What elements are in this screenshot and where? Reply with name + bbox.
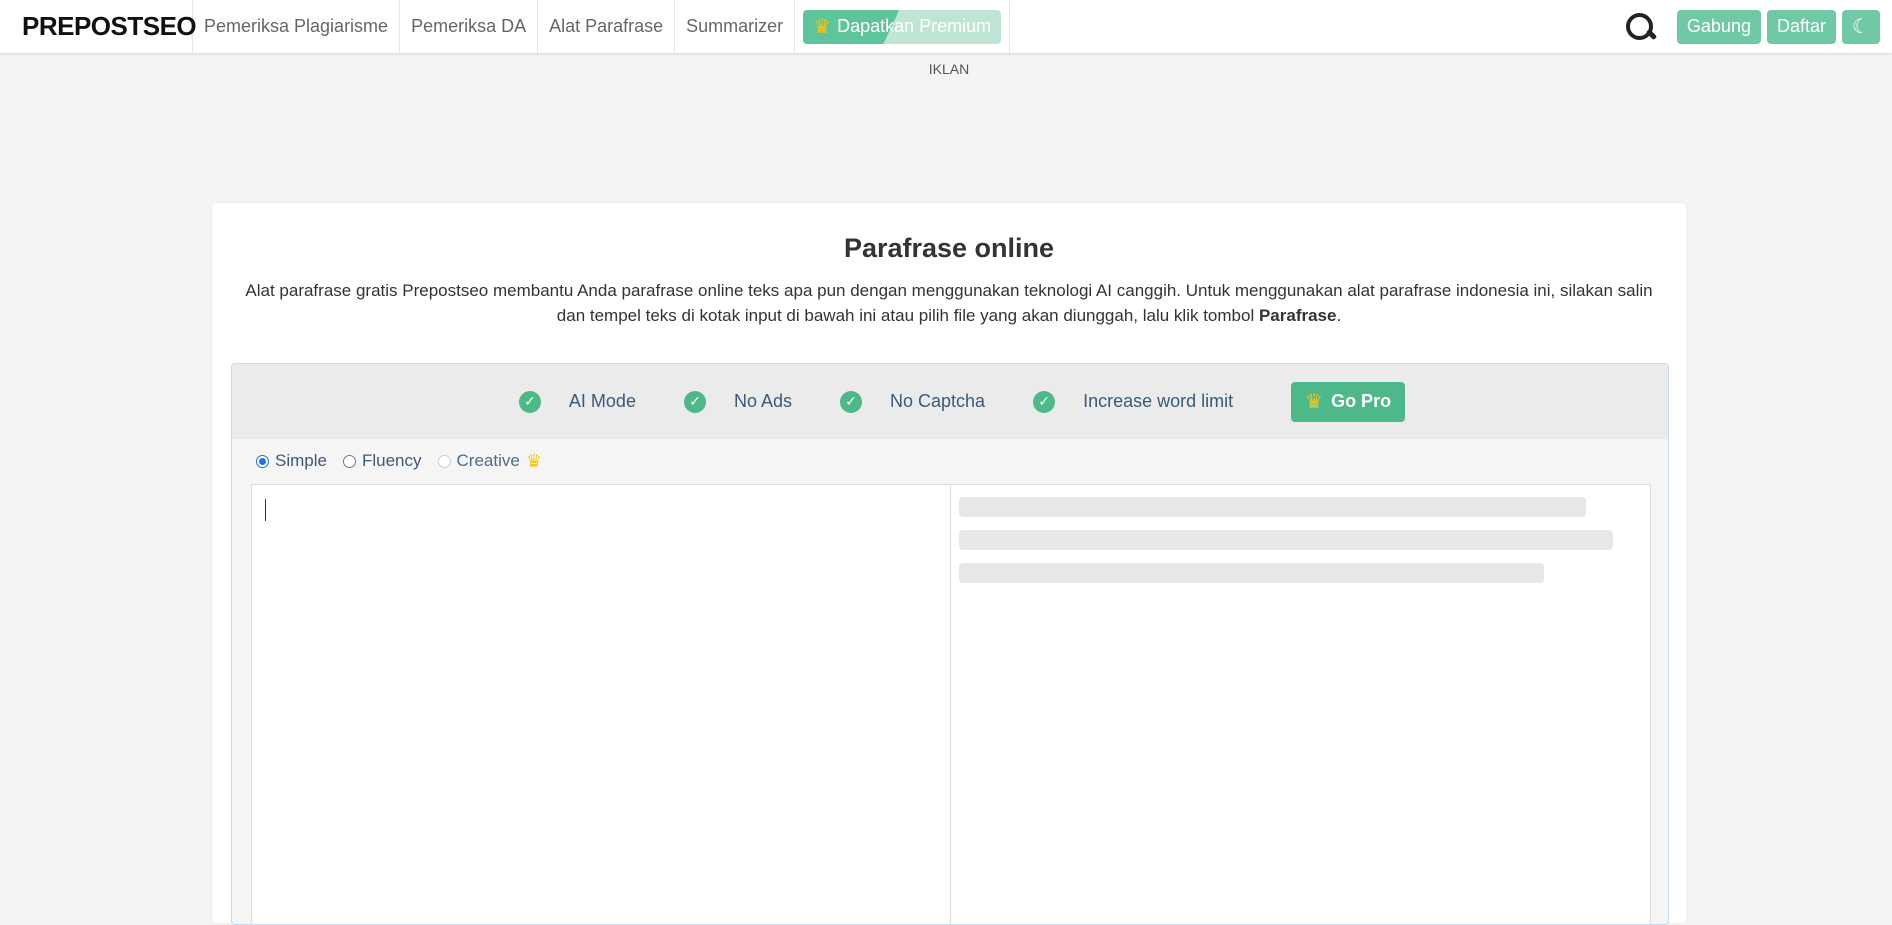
- nav-right: Gabung Daftar ☾: [1623, 9, 1880, 44]
- mode-label: Creative: [456, 451, 520, 470]
- feature-no-ads: ✓ No Ads: [683, 390, 793, 413]
- input-textarea[interactable]: [252, 485, 951, 924]
- description-end: .: [1336, 306, 1342, 325]
- feature-no-captcha: ✓ No Captcha: [840, 390, 986, 413]
- feature-label: Increase word limit: [1083, 391, 1234, 411]
- feature-label: No Captcha: [890, 391, 986, 411]
- go-pro-label: Go Pro: [1331, 391, 1392, 411]
- crown-icon: ♛: [525, 450, 542, 471]
- nav-link-plagiarism[interactable]: Pemeriksa Plagiarisme: [192, 0, 399, 53]
- nav-premium-wrap: ♛ Dapatkan Premium: [794, 0, 1011, 53]
- loading-skeleton-line: [959, 497, 1586, 517]
- join-button[interactable]: Gabung: [1676, 9, 1761, 44]
- register-button[interactable]: Daftar: [1766, 9, 1836, 44]
- nav-link-summarizer[interactable]: Summarizer: [674, 0, 794, 53]
- check-circle-icon: ✓: [683, 390, 706, 413]
- mode-creative-radio[interactable]: [437, 454, 451, 468]
- loading-skeleton-line: [959, 530, 1613, 550]
- go-pro-button[interactable]: ♛ Go Pro: [1291, 381, 1406, 422]
- feature-label: AI Mode: [568, 391, 636, 411]
- mode-label: Simple: [275, 451, 327, 470]
- nav-link-paraphrase[interactable]: Alat Parafrase: [537, 0, 674, 53]
- check-circle-icon: ✓: [1033, 390, 1056, 413]
- loading-skeleton-line: [959, 563, 1544, 583]
- ad-label: IKLAN: [928, 61, 970, 77]
- feature-label: No Ads: [733, 391, 793, 411]
- nav-link-summarizer-label: Summarizer: [686, 16, 784, 36]
- mode-fluency[interactable]: Fluency: [342, 451, 422, 471]
- description-bold: Parafrase: [1258, 306, 1337, 325]
- logo-text: PREPOSTSEO: [22, 11, 197, 41]
- search-icon[interactable]: [1623, 10, 1658, 44]
- mode-label: Fluency: [361, 451, 422, 470]
- moon-icon: ☾: [1852, 16, 1870, 38]
- mode-selector: Simple Fluency Creative ♛: [232, 439, 1668, 483]
- mode-simple[interactable]: Simple: [256, 451, 327, 471]
- feature-word-limit: ✓ Increase word limit: [1033, 390, 1234, 413]
- check-circle-icon: ✓: [518, 390, 541, 413]
- paraphrase-tool: ✓ AI Mode ✓ No Ads ✓ No Captcha ✓ Increa…: [231, 363, 1669, 925]
- nav-link-da-checker[interactable]: Pemeriksa DA: [399, 0, 537, 53]
- output-pane: [951, 485, 1650, 924]
- crown-icon: ♛: [1305, 391, 1324, 413]
- check-circle-icon: ✓: [840, 390, 863, 413]
- mode-simple-radio[interactable]: [256, 454, 269, 468]
- description-text: Alat parafrase gratis Prepostseo membant…: [245, 281, 1653, 325]
- mode-fluency-radio[interactable]: [342, 454, 356, 468]
- premium-label: Dapatkan Premium: [837, 16, 992, 36]
- top-navbar: PREPOSTSEO Pemeriksa Plagiarisme Pemerik…: [0, 0, 1892, 53]
- feature-ai-mode: ✓ AI Mode: [518, 390, 636, 413]
- main-card: Parafrase online Alat parafrase gratis P…: [212, 203, 1686, 925]
- crown-icon: ♛: [813, 16, 832, 38]
- mode-creative[interactable]: Creative ♛: [437, 450, 542, 472]
- editor-panes: [251, 484, 1651, 924]
- page-title: Parafrase online: [843, 233, 1055, 263]
- features-bar: ✓ AI Mode ✓ No Ads ✓ No Captcha ✓ Increa…: [232, 364, 1668, 439]
- nav-links: Pemeriksa Plagiarisme Pemeriksa DA Alat …: [192, 0, 1011, 53]
- text-caret: [265, 499, 266, 521]
- page-description: Alat parafrase gratis Prepostseo membant…: [242, 278, 1656, 328]
- dark-mode-button[interactable]: ☾: [1842, 9, 1880, 44]
- logo[interactable]: PREPOSTSEO: [22, 11, 197, 42]
- premium-button[interactable]: ♛ Dapatkan Premium: [803, 9, 1002, 44]
